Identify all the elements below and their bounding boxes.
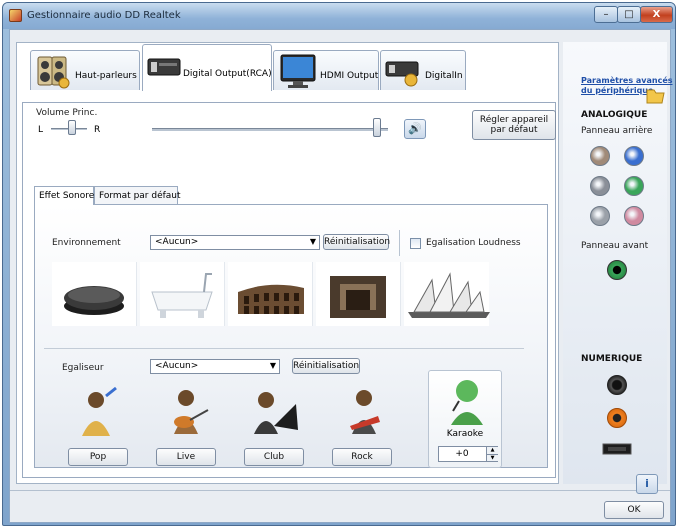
title-bar: Gestionnaire audio DD Realtek – □ X bbox=[3, 3, 675, 29]
ok-button[interactable]: OK bbox=[604, 501, 664, 519]
opera-house-icon bbox=[408, 272, 490, 318]
eq-club-button[interactable]: Club bbox=[244, 448, 304, 466]
env-room-tile[interactable] bbox=[316, 262, 401, 326]
section-divider bbox=[44, 348, 524, 349]
volume-slider-thumb[interactable] bbox=[373, 118, 382, 137]
dropdown-arrow-icon: ▼ bbox=[269, 361, 276, 370]
rear-jack-4[interactable] bbox=[624, 176, 644, 196]
hdmi-monitor-icon bbox=[280, 54, 316, 88]
eq-pop-button[interactable]: Pop bbox=[68, 448, 128, 466]
realtek-speaker-icon bbox=[9, 9, 22, 22]
tab-hdmi-output[interactable]: HDMI Output bbox=[273, 50, 379, 90]
karaoke-spinner[interactable]: +0 ▲ ▼ bbox=[438, 446, 498, 462]
pop-singer-figure[interactable] bbox=[72, 386, 124, 440]
tab-digital-in-label: DigitalIn bbox=[425, 71, 463, 81]
equalizer-reset-button[interactable]: Réinitialisation bbox=[292, 358, 360, 374]
tab-speakers-label: Haut-parleurs bbox=[75, 71, 137, 81]
tab-digital-output-label: Digital Output(RCA) bbox=[183, 69, 272, 79]
maximize-button[interactable]: □ bbox=[617, 6, 641, 23]
minimize-button[interactable]: – bbox=[594, 6, 618, 23]
digital-jack-orange[interactable] bbox=[607, 408, 627, 428]
divider bbox=[399, 230, 400, 256]
env-stone-tile[interactable] bbox=[52, 262, 137, 326]
tab-digital-in[interactable]: DigitalIn bbox=[380, 50, 466, 90]
volume-label: Volume Princ. bbox=[36, 108, 98, 118]
club-pianist-icon bbox=[254, 392, 298, 434]
front-jack-green[interactable] bbox=[607, 260, 627, 280]
digital-in-icon bbox=[385, 61, 419, 87]
rear-jack-2[interactable] bbox=[624, 146, 644, 166]
environment-reset-button[interactable]: Réinitialisation bbox=[323, 234, 390, 250]
equalizer-label: Egaliseur bbox=[62, 363, 104, 373]
bathtub-icon bbox=[151, 273, 213, 318]
spinner-up-icon[interactable]: ▲ bbox=[486, 447, 498, 454]
colosseum-icon bbox=[238, 284, 304, 314]
mute-speaker-button[interactable]: 🔊 bbox=[404, 119, 426, 139]
eq-live-button[interactable]: Live bbox=[156, 448, 216, 466]
info-button[interactable]: i bbox=[636, 474, 658, 494]
live-guitarist-icon bbox=[174, 390, 209, 434]
dropdown-arrow-icon: ▼ bbox=[309, 237, 316, 246]
environment-select-value: <Aucun> bbox=[155, 237, 199, 247]
equalizer-select-value: <Aucun> bbox=[155, 361, 199, 371]
club-pianist-figure[interactable] bbox=[250, 386, 302, 440]
optical-port-icon[interactable] bbox=[602, 442, 632, 456]
karaoke-label: Karaoke bbox=[446, 429, 484, 439]
environment-label: Environnement bbox=[52, 238, 121, 248]
karaoke-singer-icon bbox=[451, 380, 483, 425]
tab-digital-output[interactable]: Digital Output(RCA) bbox=[142, 44, 272, 91]
speaker-volume-icon: 🔊 bbox=[408, 122, 422, 135]
stone-disc-icon bbox=[64, 286, 124, 315]
folder-icon[interactable] bbox=[646, 86, 666, 104]
client-area: Haut-parleurs Digital Output(RCA) HDMI O… bbox=[9, 29, 673, 523]
info-icon: i bbox=[645, 477, 649, 490]
digital-section-title: NUMERIQUE bbox=[581, 354, 643, 364]
env-colosseum-tile[interactable] bbox=[228, 262, 313, 326]
spinner-down-icon[interactable]: ▼ bbox=[486, 454, 498, 461]
rock-guitarist-figure[interactable] bbox=[340, 386, 392, 440]
karaoke-value[interactable]: +0 bbox=[439, 449, 485, 459]
equalizer-select[interactable]: <Aucun> ▼ bbox=[150, 359, 280, 374]
rock-guitarist-icon bbox=[350, 390, 380, 434]
rear-jack-6[interactable] bbox=[624, 206, 644, 226]
digital-output-icon bbox=[147, 58, 181, 76]
rear-jack-5[interactable] bbox=[590, 206, 610, 226]
environment-select[interactable]: <Aucun> ▼ bbox=[150, 235, 320, 250]
close-button[interactable]: X bbox=[640, 6, 673, 23]
rear-jack-1[interactable] bbox=[590, 146, 610, 166]
bottom-bar bbox=[10, 490, 670, 522]
app-window: Gestionnaire audio DD Realtek – □ X Haut… bbox=[2, 2, 676, 526]
set-default-device-button[interactable]: Régler appareil par défaut bbox=[472, 110, 556, 140]
balance-left-label: L bbox=[38, 125, 44, 135]
live-guitarist-figure[interactable] bbox=[162, 386, 214, 440]
digital-jack-black[interactable] bbox=[607, 375, 627, 395]
subtab-default-format[interactable]: Format par défaut bbox=[94, 186, 181, 204]
front-panel-label: Panneau avant bbox=[581, 241, 649, 251]
analog-section-title: ANALOGIQUE bbox=[581, 110, 648, 120]
balance-right-label: R bbox=[94, 125, 101, 135]
balance-slider-thumb[interactable] bbox=[68, 120, 76, 135]
pop-singer-icon bbox=[82, 386, 117, 436]
speakers-icon bbox=[37, 56, 70, 89]
subtab-sound-effect[interactable]: Effet Sonore bbox=[34, 186, 94, 205]
loudness-label: Egalisation Loudness bbox=[426, 238, 521, 248]
rear-jack-3[interactable] bbox=[590, 176, 610, 196]
window-title: Gestionnaire audio DD Realtek bbox=[27, 10, 181, 21]
room-icon bbox=[330, 276, 386, 318]
tab-hdmi-output-label: HDMI Output bbox=[320, 71, 379, 81]
env-opera-house-tile[interactable] bbox=[404, 262, 490, 326]
rear-panel-label: Panneau arrière bbox=[581, 126, 653, 136]
tab-speakers[interactable]: Haut-parleurs bbox=[30, 50, 140, 90]
env-bathroom-tile[interactable] bbox=[140, 262, 225, 326]
loudness-checkbox[interactable] bbox=[410, 238, 421, 249]
eq-rock-button[interactable]: Rock bbox=[332, 448, 392, 466]
volume-slider-track[interactable] bbox=[152, 128, 388, 131]
